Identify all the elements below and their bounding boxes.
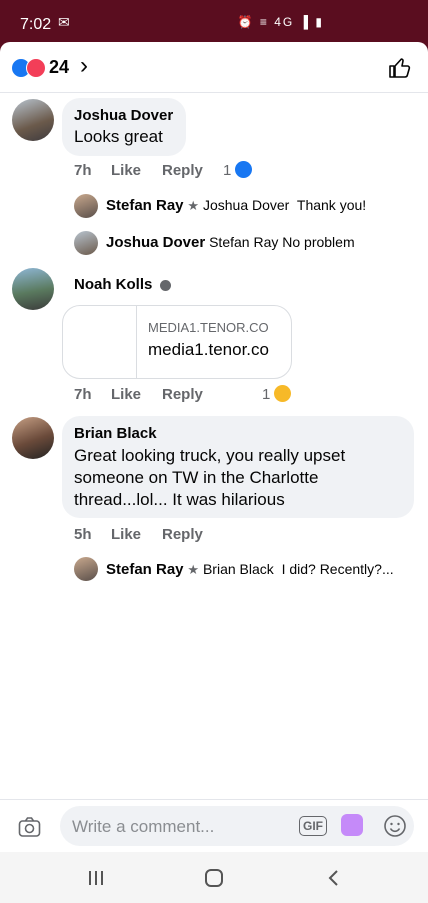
love-reaction-icon — [26, 58, 46, 78]
emoji-icon[interactable] — [383, 814, 407, 838]
avatar[interactable] — [74, 557, 98, 581]
comment-time: 5h — [74, 526, 92, 543]
reactions-header[interactable]: 24 › — [0, 42, 428, 93]
comment-text: Looks great — [74, 127, 163, 146]
reply-item[interactable]: Joshua Dover Stefan Ray No problem — [106, 234, 355, 251]
camera-icon[interactable] — [16, 815, 43, 839]
system-status-icons: ⏰ ≡ 4G ▐ ▮ — [237, 15, 324, 29]
like-button[interactable]: Like — [111, 526, 141, 543]
system-nav-bar — [0, 852, 428, 903]
like-button[interactable]: Like — [111, 386, 141, 403]
comment-bubble[interactable]: Brian Black Great looking truck, you rea… — [62, 416, 414, 518]
link-preview-card[interactable]: MEDIA1.TENOR.CO media1.tenor.co — [62, 305, 292, 379]
comment-text: Great looking truck, you really upset so… — [74, 445, 345, 511]
comment-time: 7h — [74, 386, 92, 403]
like-button[interactable]: Like — [111, 162, 141, 179]
reply-item[interactable]: Stefan Ray ★ Brian Black I did? Recently… — [106, 561, 394, 578]
link-title: media1.tenor.co — [148, 340, 269, 359]
comment-author[interactable]: Joshua Dover — [74, 107, 173, 124]
avatar[interactable] — [74, 231, 98, 255]
reply-author[interactable]: Stefan Ray — [106, 561, 184, 578]
comment-reaction-count: 1 — [223, 162, 232, 179]
comment-author[interactable]: Brian Black — [74, 425, 157, 442]
reply-mention[interactable]: Joshua Dover — [203, 197, 289, 213]
comment-text-line: someone on TW in the Charlotte — [74, 468, 319, 487]
recent-apps-icon[interactable] — [86, 868, 106, 888]
comment-text-line: Great looking truck, you really upset — [74, 446, 346, 465]
home-icon[interactable] — [204, 868, 224, 888]
comment-text-line: thread...lol... It was hilarious — [74, 490, 285, 509]
comment-composer: Write a comment... GIF — [0, 799, 428, 852]
avatar[interactable] — [12, 99, 54, 141]
reply-mention[interactable]: Stefan Ray — [209, 234, 278, 250]
like-reaction-icon[interactable] — [235, 161, 252, 178]
reply-mention[interactable]: Brian Black — [203, 561, 274, 577]
reply-author[interactable]: Stefan Ray — [106, 197, 184, 214]
avatar[interactable] — [74, 194, 98, 218]
reply-author[interactable]: Joshua Dover — [106, 234, 205, 251]
reply-text: I did? Recently?... — [281, 561, 394, 577]
thumbs-up-icon[interactable] — [388, 56, 412, 80]
mail-icon: ✉ — [58, 14, 70, 30]
reply-text: No problem — [282, 234, 355, 250]
reply-button[interactable]: Reply — [162, 386, 203, 403]
star-icon: ★ — [187, 562, 200, 577]
reply-button[interactable]: Reply — [162, 162, 203, 179]
status-time: 7:02 — [20, 16, 52, 33]
chevron-right-icon[interactable]: › — [80, 52, 88, 80]
avatar[interactable] — [12, 268, 54, 310]
avatar[interactable] — [12, 417, 54, 459]
comment-author[interactable]: Noah Kolls — [74, 276, 171, 293]
sticker-icon[interactable] — [341, 814, 363, 836]
comment-author-name[interactable]: Noah Kolls — [74, 276, 152, 293]
comment-time: 7h — [74, 162, 92, 179]
link-domain: MEDIA1.TENOR.CO — [148, 320, 269, 335]
verified-badge-icon — [159, 279, 171, 291]
gif-button[interactable]: GIF — [299, 816, 327, 836]
reaction-count: 24 — [49, 57, 70, 77]
haha-reaction-icon[interactable] — [274, 385, 291, 402]
star-icon: ★ — [187, 198, 200, 213]
link-thumbnail — [63, 306, 137, 378]
comment-reaction-count: 1 — [262, 386, 271, 403]
comment-input-placeholder: Write a comment... — [72, 817, 215, 836]
status-bar: 7:02 ✉ ⏰ ≡ 4G ▐ ▮ — [0, 0, 428, 42]
comments-sheet: 24 › Joshua Dover Looks great 7h Like Re… — [0, 42, 428, 852]
back-icon[interactable] — [324, 868, 344, 888]
reply-text: Thank you! — [296, 197, 367, 213]
reply-item[interactable]: Stefan Ray ★ Joshua Dover Thank you! — [106, 197, 366, 214]
reply-button[interactable]: Reply — [162, 526, 203, 543]
comment-bubble[interactable]: Joshua Dover Looks great — [62, 98, 186, 156]
comment-input[interactable]: Write a comment... GIF — [60, 806, 414, 846]
